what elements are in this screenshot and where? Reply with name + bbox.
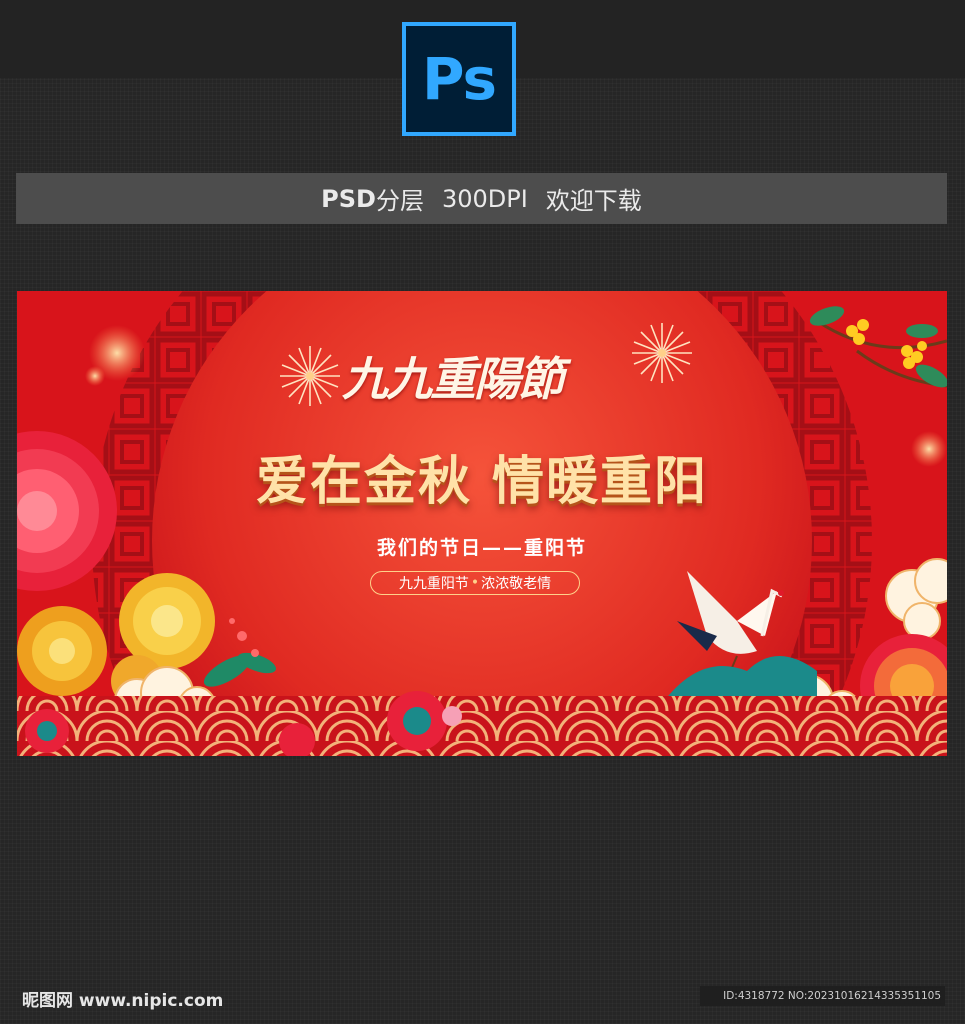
pill-left-text: 九九重阳节 <box>398 576 469 592</box>
image-id-bar: ID:4318772 NO:20231016214335351105 <box>700 986 945 1006</box>
subtitle: 我们的节日——重阳节 <box>376 537 587 559</box>
firework-right-icon <box>632 323 692 383</box>
info-layer: 分层 <box>375 187 424 215</box>
photoshop-logo-icon: Ps <box>402 22 516 136</box>
calligraphy-title: 九九重陽節 <box>342 352 564 406</box>
site-watermark: 昵图网 www.nipic.com <box>22 991 224 1011</box>
info-dpi: 300DPI <box>441 184 528 213</box>
pill-right-text: 浓浓敬老情 <box>481 576 552 592</box>
preview-banner: 九九重陽節 爱在金秋 情暖重阳 我们的节日——重阳节 九九重阳节 • 浓浓敬老情 <box>17 291 947 756</box>
slogan-pill: 九九重阳节 • 浓浓敬老情 <box>370 571 580 595</box>
pill-dot: • <box>470 575 480 591</box>
firework-left-icon <box>280 346 340 406</box>
logo-text: Ps <box>421 45 497 113</box>
info-download: 欢迎下载 <box>545 187 642 215</box>
headline: 爱在金秋 情暖重阳 <box>255 452 709 512</box>
bottom-waves <box>17 696 947 756</box>
info-psd: PSD <box>321 184 376 213</box>
info-bar: PSD 分层 300DPI 欢迎下载 <box>16 173 947 224</box>
